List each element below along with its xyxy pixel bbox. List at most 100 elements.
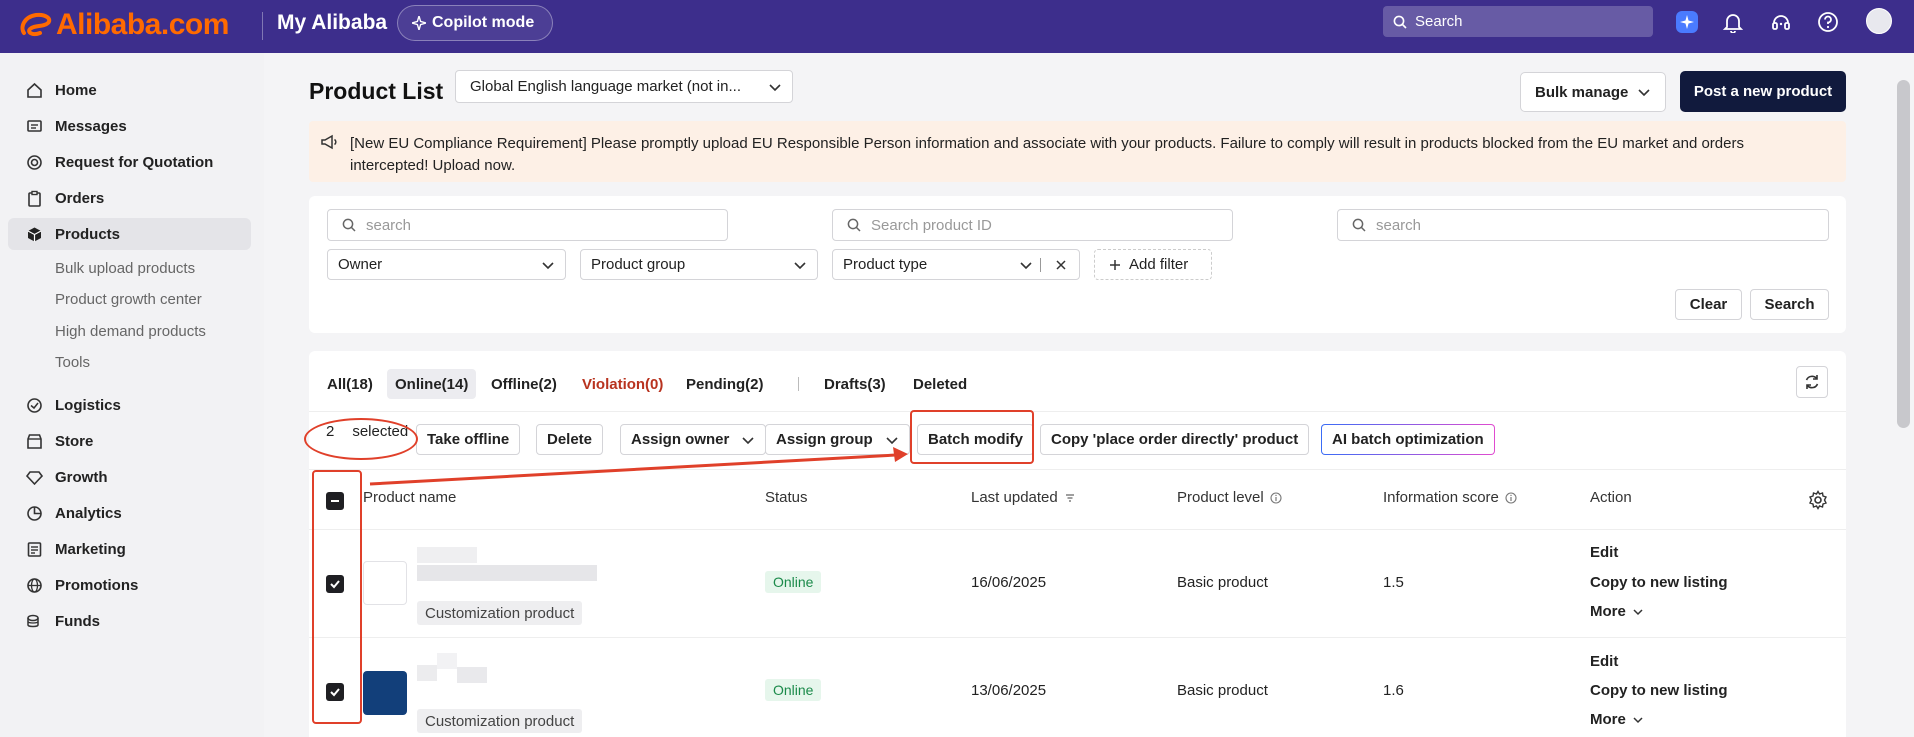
blurred-product-title[interactable] <box>457 667 487 683</box>
market-select[interactable]: Global English language market (not in..… <box>455 70 793 103</box>
column-last-updated[interactable]: Last updated <box>971 489 1076 506</box>
column-status: Status <box>765 489 808 506</box>
product-thumbnail[interactable] <box>363 561 407 605</box>
edit-link[interactable]: Edit <box>1590 653 1618 670</box>
alibaba-logo[interactable]: Alibaba.com <box>18 8 229 42</box>
target-icon <box>27 154 42 170</box>
ai-assistant-icon[interactable] <box>1674 9 1700 35</box>
assign-group-label: Assign group <box>776 431 873 448</box>
delete-button[interactable]: Delete <box>536 424 604 455</box>
section-title[interactable]: My Alibaba <box>277 11 387 35</box>
chevron-down-icon <box>542 262 554 270</box>
search-icon <box>1393 15 1407 29</box>
more-dropdown[interactable]: More <box>1590 711 1644 728</box>
sidebar-subitem-tools[interactable]: Tools <box>55 354 90 371</box>
copy-to-new-listing-link[interactable]: Copy to new listing <box>1590 574 1728 591</box>
sidebar-item-analytics[interactable]: Analytics <box>8 497 251 529</box>
gear-icon[interactable] <box>1808 490 1828 510</box>
clipboard-icon <box>28 190 41 207</box>
last-updated-value: 13/06/2025 <box>971 682 1047 699</box>
copilot-mode-button[interactable]: Copilot mode <box>397 5 554 41</box>
product-group-select[interactable]: Product group <box>580 249 818 280</box>
tab-divider <box>798 377 799 391</box>
bell-icon[interactable] <box>1720 9 1746 35</box>
product-thumbnail[interactable] <box>363 671 407 715</box>
market-select-value: Global English language market (not in..… <box>470 78 741 95</box>
sidebar-item-logistics[interactable]: Logistics <box>8 389 251 421</box>
take-offline-button[interactable]: Take offline <box>416 424 521 455</box>
info-icon[interactable] <box>1505 491 1517 504</box>
bulk-manage-button[interactable]: Bulk manage <box>1520 72 1666 112</box>
sidebar-item-store[interactable]: Store <box>8 425 251 457</box>
column-label: Information score <box>1383 489 1499 506</box>
tab-deleted[interactable]: Deleted <box>905 369 975 399</box>
chevron-down-icon <box>769 84 781 92</box>
sidebar-subitem-growth-center[interactable]: Product growth center <box>55 291 202 308</box>
add-filter-button[interactable]: Add filter <box>1094 249 1212 280</box>
sidebar-subitem-bulk-upload[interactable]: Bulk upload products <box>55 260 195 277</box>
page-title: Product List <box>309 78 444 104</box>
owner-select[interactable]: Owner <box>327 249 566 280</box>
more-dropdown[interactable]: More <box>1590 603 1644 620</box>
assign-group-button[interactable]: Assign group <box>765 424 910 455</box>
chevron-down-icon <box>1638 89 1650 97</box>
sidebar-item-label: Messages <box>55 117 127 135</box>
top-search-input[interactable]: Search <box>1383 6 1653 37</box>
eu-compliance-notice: [New EU Compliance Requirement] Please p… <box>309 121 1846 182</box>
scrollbar-thumb[interactable] <box>1897 80 1910 428</box>
blurred-product-title[interactable] <box>417 565 597 581</box>
tab-drafts[interactable]: Drafts(3) <box>816 369 894 399</box>
clear-button[interactable]: Clear <box>1675 289 1742 320</box>
box-icon <box>27 227 42 241</box>
product-id-search-input[interactable]: Search product ID <box>832 209 1233 241</box>
chevron-down-icon <box>1633 608 1643 615</box>
clear-x-icon[interactable] <box>1055 259 1067 271</box>
avatar[interactable] <box>1866 8 1892 34</box>
owner-select-value: Owner <box>338 256 383 273</box>
secondary-search-input[interactable]: search <box>1337 209 1829 241</box>
tab-all[interactable]: All(18) <box>319 369 381 399</box>
help-icon[interactable] <box>1815 9 1841 35</box>
search-placeholder: search <box>366 216 412 234</box>
last-updated-value: 16/06/2025 <box>971 574 1047 591</box>
assign-owner-label: Assign owner <box>631 431 730 448</box>
tab-pending[interactable]: Pending(2) <box>678 369 772 399</box>
sidebar-item-marketing[interactable]: Marketing <box>8 533 251 565</box>
sidebar-item-funds[interactable]: Funds <box>8 605 251 637</box>
copilot-label: Copilot mode <box>432 14 535 31</box>
support-headset-icon[interactable] <box>1768 9 1794 35</box>
sidebar-item-orders[interactable]: Orders <box>8 182 251 214</box>
logistics-icon <box>27 397 42 413</box>
sidebar: Home Messages Request for Quotation Orde… <box>0 53 264 737</box>
chevron-down-icon <box>742 436 754 444</box>
column-label: Last updated <box>971 489 1058 506</box>
search-button[interactable]: Search <box>1750 289 1829 320</box>
tab-offline[interactable]: Offline(2) <box>483 369 565 399</box>
refresh-button[interactable] <box>1796 366 1828 398</box>
sidebar-subitem-high-demand[interactable]: High demand products <box>55 323 206 340</box>
tab-online[interactable]: Online(14) <box>387 369 477 399</box>
search-placeholder: search <box>1376 216 1422 234</box>
header-divider <box>309 529 1846 530</box>
edit-link[interactable]: Edit <box>1590 544 1618 561</box>
sidebar-item-label: Funds <box>55 612 100 630</box>
sidebar-item-messages[interactable]: Messages <box>8 110 251 142</box>
sidebar-item-rfq[interactable]: Request for Quotation <box>8 146 251 178</box>
column-information-score: Information score <box>1383 489 1517 506</box>
product-type-select[interactable]: Product type <box>832 249 1080 280</box>
tab-violation[interactable]: Violation(0) <box>574 369 671 399</box>
ai-batch-optimization-button[interactable]: AI batch optimization <box>1321 424 1495 455</box>
sidebar-item-promotions[interactable]: Promotions <box>8 569 251 601</box>
sidebar-item-home[interactable]: Home <box>8 74 251 106</box>
copy-to-new-listing-link[interactable]: Copy to new listing <box>1590 682 1728 699</box>
assign-owner-button[interactable]: Assign owner <box>620 424 767 455</box>
product-search-input[interactable]: search <box>327 209 728 241</box>
info-icon[interactable] <box>1270 491 1282 504</box>
sidebar-item-label: Promotions <box>55 576 139 594</box>
column-product-level: Product level <box>1177 489 1282 506</box>
sidebar-item-products[interactable]: Products <box>8 218 251 250</box>
post-new-product-button[interactable]: Post a new product <box>1680 71 1846 112</box>
notice-text[interactable]: [New EU Compliance Requirement] Please p… <box>350 133 1820 177</box>
copy-place-order-button[interactable]: Copy 'place order directly' product <box>1040 424 1310 455</box>
sidebar-item-growth[interactable]: Growth <box>8 461 251 493</box>
